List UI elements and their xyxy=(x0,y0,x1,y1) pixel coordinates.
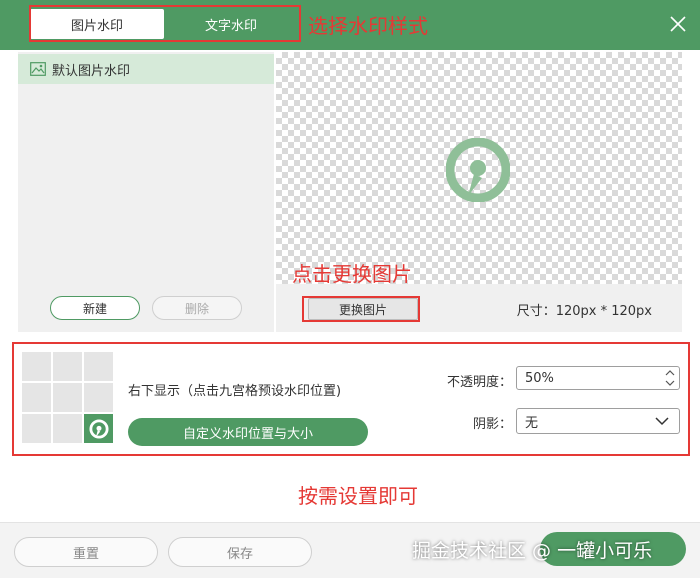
watermark-logo-icon xyxy=(446,138,510,202)
list-item-default-image-watermark[interactable]: 默认图片水印 xyxy=(18,54,274,84)
opacity-spinbox[interactable]: 50% xyxy=(516,366,680,390)
position-description: 右下显示（点击九宫格预设水印位置) xyxy=(128,384,342,399)
watermark-settings: 右下显示（点击九宫格预设水印位置) 自定义水印位置与大小 不透明度： 50% 阴… xyxy=(14,344,690,454)
opacity-value: 50% xyxy=(525,370,554,386)
position-cell-top-center[interactable] xyxy=(53,352,82,381)
custom-position-size-button[interactable]: 自定义水印位置与大小 xyxy=(128,418,368,446)
position-cell-center[interactable] xyxy=(53,383,82,412)
shadow-value: 无 xyxy=(525,415,539,431)
annotation-set-as-needed: 按需设置即可 xyxy=(298,484,418,508)
position-cell-middle-right[interactable] xyxy=(84,383,113,412)
watermark-type-tabs: 图片水印 文字水印 xyxy=(30,7,300,41)
watermark-preview xyxy=(276,52,682,284)
delete-watermark-button[interactable]: 删除 xyxy=(152,296,242,320)
watermark-logo-icon xyxy=(88,418,109,439)
watermark-list-panel: 默认图片水印 新建 删除 xyxy=(18,52,274,332)
position-cell-bottom-left[interactable] xyxy=(22,414,51,443)
opacity-label: 不透明度： xyxy=(446,375,512,390)
image-icon xyxy=(30,62,46,76)
save-button[interactable]: 保存 xyxy=(168,537,312,567)
site-watermark: 掘金技术社区 @ 一罐小可乐 xyxy=(412,540,653,562)
position-cell-bottom-right[interactable] xyxy=(84,414,113,443)
reset-button[interactable]: 重置 xyxy=(14,537,158,567)
image-size-text: 尺寸：120px * 120px xyxy=(516,304,652,319)
position-cell-middle-left[interactable] xyxy=(22,383,51,412)
position-cell-top-right[interactable] xyxy=(84,352,113,381)
new-watermark-button[interactable]: 新建 xyxy=(50,296,140,320)
chevron-down-icon xyxy=(655,417,669,426)
annotation-choose-style: 选择水印样式 xyxy=(308,14,428,38)
list-item-label: 默认图片水印 xyxy=(52,63,131,79)
position-grid xyxy=(22,352,114,444)
position-cell-bottom-center[interactable] xyxy=(53,414,82,443)
annotation-change-image: 点击更换图片 xyxy=(292,262,412,286)
shadow-select[interactable]: 无 xyxy=(516,408,680,434)
shadow-label: 阴影： xyxy=(472,417,512,432)
change-image-button[interactable]: 更换图片 xyxy=(308,298,418,320)
tab-text-watermark[interactable]: 文字水印 xyxy=(164,9,298,39)
close-icon[interactable] xyxy=(668,14,688,34)
spinner-arrows-icon[interactable] xyxy=(665,369,675,387)
tab-image-watermark[interactable]: 图片水印 xyxy=(30,9,164,39)
position-cell-top-left[interactable] xyxy=(22,352,51,381)
preview-footer: 更换图片 尺寸：120px * 120px xyxy=(276,284,682,332)
